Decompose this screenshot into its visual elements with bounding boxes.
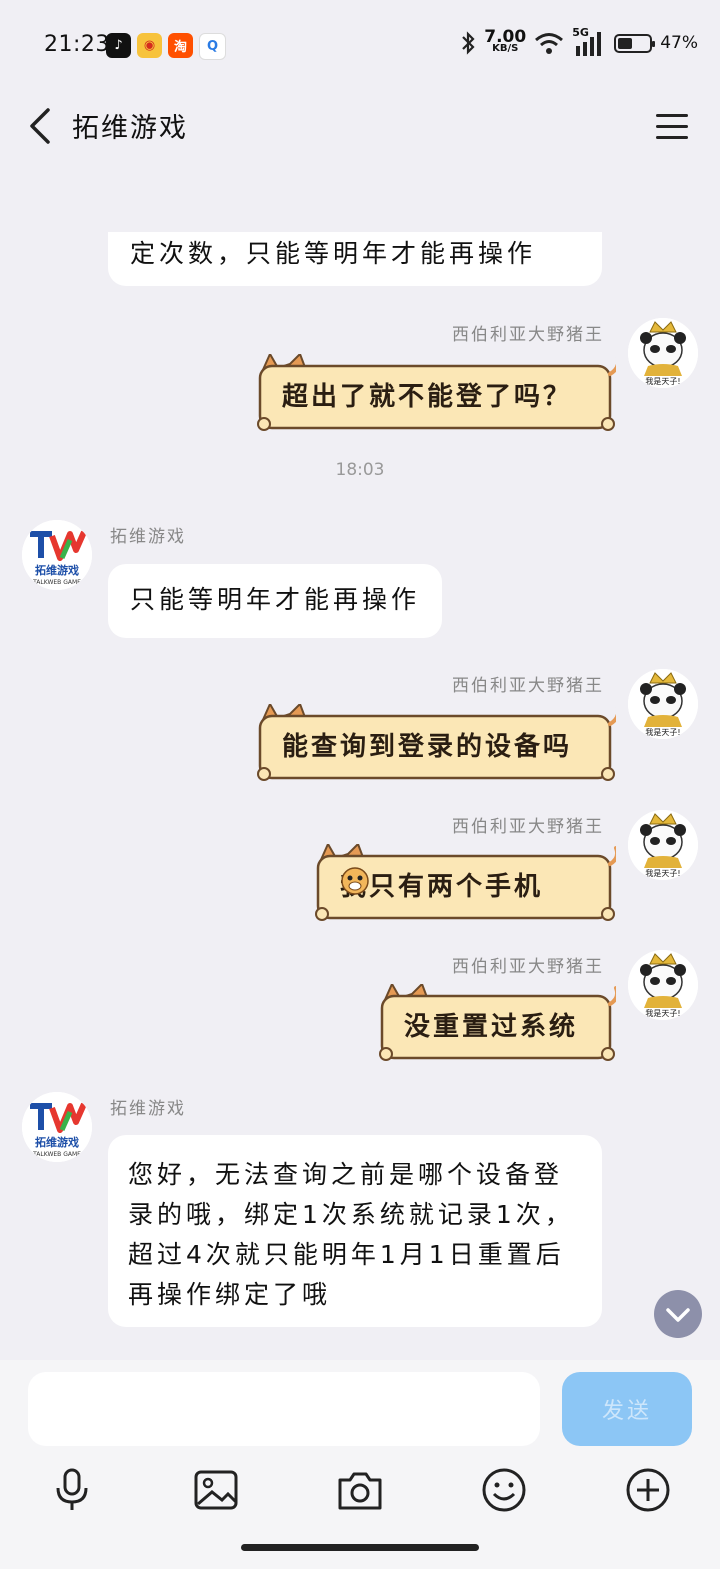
chat-header: 拓维游戏 bbox=[0, 92, 720, 162]
chevron-left-icon[interactable] bbox=[24, 106, 64, 146]
panda-emperor-avatar-icon: 我是天子! bbox=[628, 950, 698, 1020]
browser-icon: Q bbox=[199, 33, 226, 60]
composer-bar: 发送 bbox=[0, 1360, 720, 1569]
cat-message-bubble[interactable]: 超出了就不能登了吗？ bbox=[256, 354, 616, 431]
chevron-down-icon bbox=[666, 1308, 690, 1340]
panda-emperor-avatar-icon: 我是天子! bbox=[628, 669, 698, 739]
signal-icon bbox=[576, 32, 602, 56]
sender-name: 西伯利亚大野猪王 bbox=[452, 325, 604, 345]
talkweb-logo-icon: 拓维游戏 TALKWEB GAME bbox=[22, 1092, 92, 1162]
notification-icons: ♪ ◉ 淘 Q bbox=[106, 33, 226, 60]
battery-percent: 47% bbox=[660, 33, 698, 53]
timestamp: 18:03 bbox=[335, 460, 385, 480]
taobao-icon: 淘 bbox=[168, 33, 193, 58]
logo-subtext: TALKWEB GAME bbox=[32, 1151, 81, 1158]
avatar-caption: 我是天子! bbox=[645, 868, 680, 878]
scroll-to-bottom-button[interactable] bbox=[654, 1290, 702, 1340]
user-avatar[interactable]: 我是天子! bbox=[628, 810, 698, 880]
home-indicator[interactable] bbox=[241, 1544, 479, 1551]
speed-value: 7.00 bbox=[484, 27, 527, 47]
send-button[interactable]: 发送 bbox=[562, 1372, 692, 1446]
panda-emperor-avatar-icon: 我是天子! bbox=[628, 810, 698, 880]
status-bar: 21:23 ♪ ◉ 淘 Q 7.00 KB/S 5G 47% bbox=[0, 0, 720, 92]
sender-name: 拓维游戏 bbox=[110, 1099, 186, 1119]
message-text: 超出了就不能登了吗？ bbox=[282, 382, 573, 412]
message-bubble[interactable]: 您好，无法查询之前是哪个设备登录的哦，绑定1次系统就记录1次，超过4次就只能明年… bbox=[108, 1135, 602, 1327]
avatar-caption: 我是天子! bbox=[645, 727, 680, 737]
cat-message-bubble[interactable]: 没重置过系统 bbox=[378, 984, 616, 1061]
logo-text: 拓维游戏 bbox=[35, 563, 79, 577]
logo-subtext: TALKWEB GAME bbox=[32, 579, 81, 586]
message-input[interactable] bbox=[28, 1372, 540, 1446]
avatar-caption: 我是天子! bbox=[645, 1008, 680, 1018]
message-text: 定次数，只能等明年才能再操作 bbox=[130, 239, 537, 268]
user-avatar[interactable]: 我是天子! bbox=[628, 318, 698, 388]
sender-name: 西伯利亚大野猪王 bbox=[452, 957, 604, 977]
dog-emoji-icon bbox=[341, 867, 369, 895]
logo-text: 拓维游戏 bbox=[35, 1135, 79, 1149]
chat-title: 拓维游戏 bbox=[72, 113, 188, 144]
weibo-icon: ◉ bbox=[137, 33, 162, 58]
status-time: 21:23 bbox=[44, 32, 110, 57]
image-icon[interactable] bbox=[192, 1466, 240, 1514]
service-avatar[interactable]: 拓维游戏 TALKWEB GAME bbox=[22, 1092, 92, 1162]
plus-icon[interactable] bbox=[624, 1466, 672, 1514]
message-text: 没重置过系统 bbox=[404, 1012, 579, 1042]
message-bubble[interactable]: 只能等明年才能再操作 bbox=[108, 564, 442, 638]
sender-name: 西伯利亚大野猪王 bbox=[452, 676, 604, 696]
cell-signal: 5G bbox=[572, 26, 606, 56]
bluetooth-icon bbox=[462, 31, 475, 55]
talkweb-logo-icon: 拓维游戏 TALKWEB GAME bbox=[22, 520, 92, 590]
message-text: 我只有两个手机 bbox=[340, 866, 543, 903]
microphone-icon[interactable] bbox=[48, 1466, 96, 1514]
hamburger-menu-icon[interactable] bbox=[652, 108, 692, 144]
panda-emperor-avatar-icon: 我是天子! bbox=[628, 318, 698, 388]
battery-icon bbox=[614, 33, 656, 53]
tiktok-icon: ♪ bbox=[106, 33, 131, 58]
sender-name: 拓维游戏 bbox=[110, 527, 186, 547]
battery-fill bbox=[618, 37, 633, 49]
cat-message-bubble[interactable]: 能查询到登录的设备吗 bbox=[256, 704, 616, 781]
sender-name: 西伯利亚大野猪王 bbox=[452, 817, 604, 837]
user-avatar[interactable]: 我是天子! bbox=[628, 669, 698, 739]
avatar-caption: 我是天子! bbox=[645, 376, 680, 386]
message-text-content: 我只有两个手机 bbox=[340, 872, 544, 902]
user-avatar[interactable]: 我是天子! bbox=[628, 950, 698, 1020]
status-indicators: 7.00 KB/S 5G 47% bbox=[460, 26, 698, 56]
message-text: 您好，无法查询之前是哪个设备登录的哦，绑定1次系统就记录1次，超过4次就只能明年… bbox=[128, 1160, 574, 1309]
emoji-icon[interactable] bbox=[480, 1466, 528, 1514]
service-avatar[interactable]: 拓维游戏 TALKWEB GAME bbox=[22, 520, 92, 590]
speed-unit: KB/S bbox=[492, 43, 519, 54]
message-list[interactable]: 定次数，只能等明年才能再操作 西伯利亚大野猪王 我是天子! 超出了就不能登了吗？… bbox=[0, 232, 720, 1360]
network-speed: 7.00 KB/S bbox=[484, 27, 527, 55]
camera-icon[interactable] bbox=[336, 1466, 384, 1514]
cat-message-bubble[interactable]: 我只有两个手机 bbox=[314, 844, 616, 921]
message-bubble-partial[interactable]: 定次数，只能等明年才能再操作 bbox=[108, 232, 602, 286]
message-text: 能查询到登录的设备吗 bbox=[282, 732, 573, 762]
wifi-icon bbox=[535, 33, 564, 54]
message-text: 只能等明年才能再操作 bbox=[130, 585, 421, 614]
